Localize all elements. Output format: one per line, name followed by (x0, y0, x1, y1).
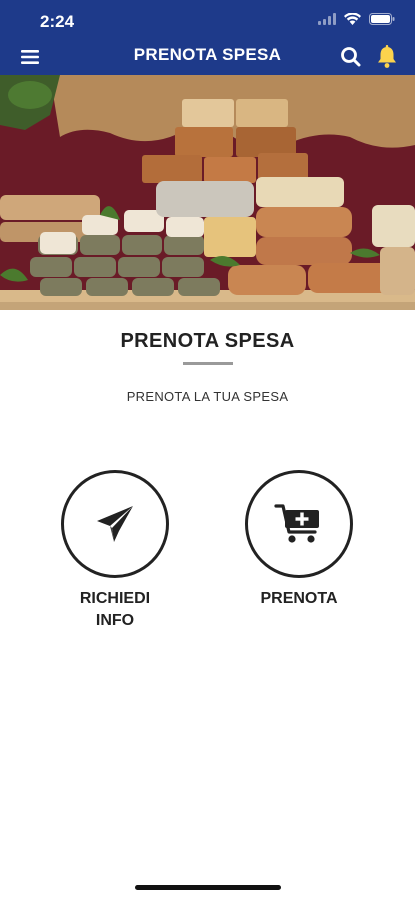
wifi-icon (344, 13, 361, 25)
hero-image (0, 75, 415, 310)
request-info-circle[interactable] (61, 470, 169, 578)
status-icons (318, 13, 395, 25)
page-title: PRENOTA SPESA (120, 330, 295, 352)
title-divider (183, 362, 233, 365)
bell-icon (378, 45, 396, 68)
home-indicator[interactable] (135, 885, 281, 890)
book-label: PRENOTA (260, 590, 338, 607)
search-button[interactable] (339, 45, 363, 69)
notifications-button[interactable] (375, 44, 399, 70)
page-subtitle: PRENOTA LA TUA SPESA (126, 389, 289, 404)
status-bar: 2:24 (0, 0, 415, 40)
battery-icon (369, 13, 395, 25)
request-info-button[interactable]: RICHIEDI INFO (45, 470, 185, 632)
status-time: 2:24 (40, 12, 75, 31)
app-bar: PRENOTA SPESA (0, 40, 415, 75)
book-circle[interactable] (245, 470, 353, 578)
cart-plus-icon (274, 504, 319, 543)
paper-plane-icon (97, 506, 133, 542)
request-info-label: RICHIEDI INFO (79, 590, 151, 629)
search-icon (341, 47, 361, 67)
cheese-display-image (0, 75, 415, 310)
book-button[interactable]: PRENOTA (229, 470, 369, 610)
signal-icon (318, 13, 336, 25)
